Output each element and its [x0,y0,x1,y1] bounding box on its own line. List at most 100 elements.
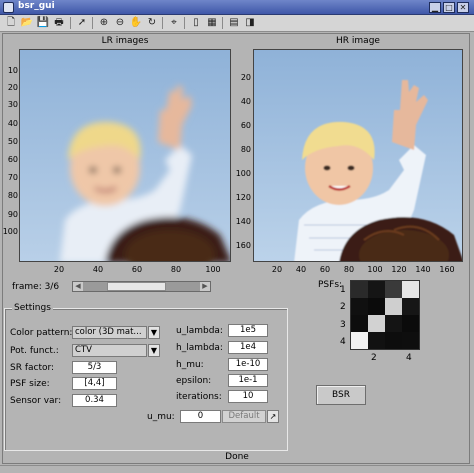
sr-factor-input[interactable]: 5/3 [72,361,117,374]
epsilon-input[interactable]: 1e-1 [228,374,268,387]
x-tick-label: 140 [415,265,431,274]
x-tick-label: 100 [205,265,221,274]
x-tick-label: 100 [367,265,383,274]
x-tick-label: 160 [439,265,455,274]
y-tick-label: 20 [7,83,18,92]
x-tick-label: 40 [295,265,307,274]
data-cursor-icon[interactable]: ⌖ [167,16,181,30]
x-tick-label: 80 [170,265,182,274]
u-lambda-label: u_lambda: [176,326,223,336]
pot-funct-dropdown-button[interactable]: ▼ [148,344,160,357]
color-pattern-label: Color pattern: [10,328,73,338]
u-lambda-input[interactable]: 1e5 [228,324,268,337]
psf-cell [385,332,402,349]
y-tick-label: 70 [7,173,18,182]
sensor-var-label: Sensor var: [10,396,62,406]
y-tick-label: 80 [240,145,251,154]
save-icon[interactable]: 💾 [36,16,50,30]
psf-row-label: 3 [340,320,346,330]
hide-tools-icon[interactable]: ▤ [227,16,241,30]
lr-axes-title: LR images [101,36,149,46]
frame-slider[interactable]: ◀ ▶ [72,281,211,292]
y-tick-label: 60 [240,121,251,130]
psf-cell [368,281,385,298]
slider-left-arrow[interactable]: ◀ [73,282,83,291]
h-mu-input[interactable]: 1e-10 [228,358,268,371]
pan-hand-icon[interactable]: ✋ [129,16,143,30]
new-file-icon[interactable]: 🗋 [4,16,18,30]
toolbar-separator [70,17,71,29]
rotate-icon[interactable]: ↻ [145,16,159,30]
h-lambda-label: h_lambda: [176,343,223,353]
pot-funct-select[interactable]: CTV [72,344,147,357]
y-tick-label: 60 [7,155,18,164]
pot-funct-label: Pot. funct.: [10,346,59,356]
toolbar-separator [222,17,223,29]
settings-title: Settings [12,303,53,313]
psf-image[interactable] [350,280,420,350]
toolbar-separator [92,17,93,29]
y-tick-label: 20 [240,73,251,82]
maximize-button[interactable]: □ [443,2,455,13]
lr-image[interactable] [19,49,231,262]
u-mu-edit-button[interactable]: ↗ [267,410,279,423]
hr-image[interactable] [253,49,463,262]
psf-cell [402,298,419,315]
y-tick-label: 40 [240,97,251,106]
slider-thumb[interactable] [107,282,166,291]
psf-row-label: 4 [340,337,346,347]
psf-cell [402,315,419,332]
minimize-button[interactable]: ▁ [429,2,441,13]
status-text: Done [225,452,249,462]
pointer-icon[interactable]: ➚ [75,16,89,30]
title-bar[interactable]: bsr_gui ▁ □ ✕ [0,0,474,15]
y-tick-label: 140 [235,217,251,226]
psf-cell [385,281,402,298]
psf-size-input[interactable]: [4,4] [72,377,117,390]
psf-size-label: PSF size: [10,379,50,389]
u-mu-default-button[interactable]: Default [222,410,266,423]
sensor-var-input[interactable]: 0.34 [72,394,117,407]
open-folder-icon[interactable]: 📂 [20,16,34,30]
h-lambda-input[interactable]: 1e4 [228,341,268,354]
u-mu-label: u_mu: [147,412,175,422]
toolbar-separator [162,17,163,29]
colorbar-icon[interactable]: ▯ [189,16,203,30]
x-tick-label: 120 [391,265,407,274]
psf-cell [351,281,368,298]
close-button[interactable]: ✕ [457,2,469,13]
iterations-input[interactable]: 10 [228,390,268,403]
y-tick-label: 100 [235,169,251,178]
y-tick-label: 160 [235,241,251,250]
slider-right-arrow[interactable]: ▶ [200,282,210,291]
psf-col-label: 2 [371,353,377,363]
legend-icon[interactable]: ▦ [205,16,219,30]
status-divider [0,465,474,466]
color-pattern-dropdown-button[interactable]: ▼ [148,326,160,339]
dock-icon[interactable]: ◨ [243,16,257,30]
window-title: bsr_gui [18,1,55,11]
psf-cell [368,315,385,332]
x-tick-label: 20 [53,265,65,274]
psf-cell [368,298,385,315]
x-tick-label: 60 [131,265,143,274]
iterations-label: iterations: [176,392,222,402]
print-icon[interactable]: 🖶 [52,16,66,30]
psf-cell [351,332,368,349]
psf-label: PSFs: [318,280,343,290]
zoom-out-icon[interactable]: ⊖ [113,16,127,30]
y-tick-label: 80 [7,191,18,200]
zoom-in-icon[interactable]: ⊕ [97,16,111,30]
color-pattern-select[interactable]: color (3D mat... [72,326,147,339]
u-mu-input[interactable]: 0 [180,410,221,423]
y-tick-label: 120 [235,193,251,202]
x-tick-label: 20 [271,265,283,274]
y-tick-label: 90 [7,210,18,219]
x-tick-label: 80 [343,265,355,274]
psf-cell [351,315,368,332]
bsr-button[interactable]: BSR [316,385,366,405]
psf-cell [402,332,419,349]
sr-factor-label: SR factor: [10,363,55,373]
toolbar-separator [184,17,185,29]
psf-cell [402,281,419,298]
